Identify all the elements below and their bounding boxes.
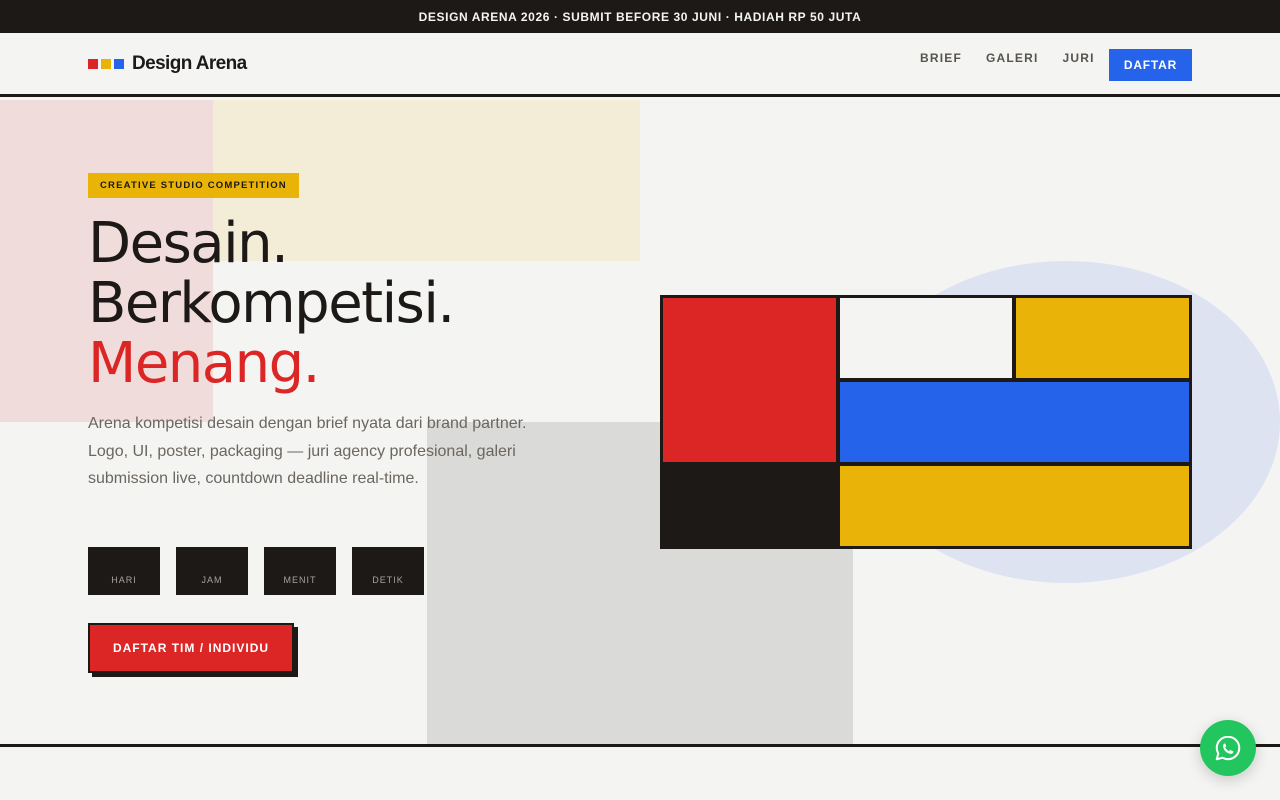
hero-description: Arena kompetisi desain dengan brief nyat… [88, 415, 527, 487]
countdown-minutes: MENIT [264, 547, 336, 595]
countdown-seconds: DETIK [352, 547, 424, 595]
competition-tag: CREATIVE STUDIO COMPETITION [88, 173, 299, 198]
nav-link-galeri[interactable]: GALERI [986, 51, 1039, 65]
mondrian-white-cell [840, 298, 1012, 378]
register-cta: DAFTAR TIM / INDIVIDU [88, 623, 298, 677]
whatsapp-button[interactable] [1200, 720, 1256, 776]
register-team-button[interactable]: DAFTAR TIM / INDIVIDU [88, 623, 294, 673]
site-header: Design Arena BRIEF GALERI JURI DAFTAR [0, 33, 1280, 97]
brand-logo[interactable]: Design Arena [88, 53, 247, 75]
daftar-button[interactable]: DAFTAR [1109, 49, 1192, 81]
countdown-timer: HARI JAM MENIT DETIK [88, 547, 440, 595]
countdown-days-label: HARI [111, 575, 137, 585]
mondrian-black-cell [663, 466, 836, 546]
mondrian-red-cell [663, 298, 836, 462]
countdown-days: HARI [88, 547, 160, 595]
headline-line-1: Desain. [88, 211, 289, 276]
nav-link-juri[interactable]: JURI [1063, 51, 1095, 65]
logo-red-square [88, 59, 98, 69]
section-divider [0, 744, 1280, 747]
mondrian-artwork [660, 295, 1192, 549]
announcement-text: DESIGN ARENA 2026 · SUBMIT BEFORE 30 JUN… [418, 9, 862, 24]
mondrian-yellow-bottom-cell [840, 466, 1189, 546]
hero-headline: Desain. Berkompetisi. Menang. [88, 211, 455, 396]
mondrian-blue-cell [840, 382, 1189, 462]
logo-yellow-square [101, 59, 111, 69]
announcement-bar: DESIGN ARENA 2026 · SUBMIT BEFORE 30 JUN… [0, 0, 1280, 33]
headline-line-3: Menang. [88, 331, 320, 396]
countdown-minutes-label: MENIT [283, 575, 317, 585]
countdown-hours: JAM [176, 547, 248, 595]
countdown-seconds-label: DETIK [372, 575, 404, 585]
logo-blue-square [114, 59, 124, 69]
headline-line-2: Berkompetisi. [88, 271, 455, 336]
whatsapp-icon [1215, 735, 1241, 761]
mondrian-yellow-top-cell [1016, 298, 1189, 378]
main-nav: BRIEF GALERI JURI [920, 51, 1119, 65]
brand-name: Design Arena [132, 53, 247, 74]
countdown-hours-label: JAM [201, 575, 223, 585]
nav-link-brief[interactable]: BRIEF [920, 51, 962, 65]
